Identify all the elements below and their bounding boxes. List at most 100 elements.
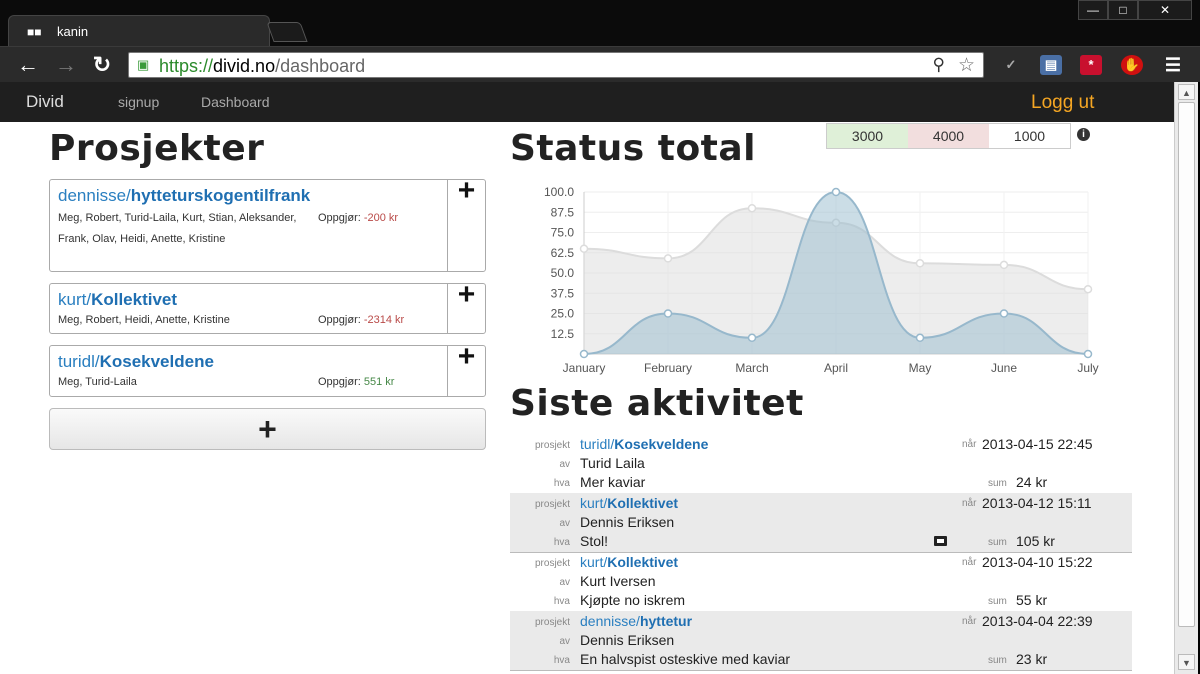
x-tick-label: March [735, 361, 768, 375]
activity-when: 2013-04-12 15:11 [982, 495, 1092, 511]
project-name[interactable]: kurt/Kollektivet [58, 290, 447, 310]
project-settlement: Oppgjør: -2314 kr [318, 314, 405, 326]
x-tick-label: February [644, 361, 692, 375]
by-label: av [559, 636, 570, 647]
back-icon[interactable]: ← [14, 52, 42, 78]
activity-by: Dennis Eriksen [580, 514, 675, 530]
minimize-icon[interactable]: — [1078, 0, 1108, 20]
activity-when: 2013-04-10 15:22 [982, 554, 1093, 570]
x-tick-label: May [909, 361, 932, 375]
status-chip-neutral: 1000 [989, 124, 1070, 148]
new-tab-button[interactable] [266, 22, 308, 42]
menu-icon[interactable]: ☰ [1162, 55, 1184, 75]
project-members: Meg, Robert, Heidi, Anette, Kristine [58, 314, 230, 326]
browser-toolbar: ← → ↻ ▣ https://divid.no/dashboard ⚲ ☆ ✓… [0, 46, 1200, 82]
data-point [1083, 284, 1093, 294]
y-tick-label: 100.0 [544, 185, 574, 199]
activity-project-link[interactable]: dennisse/hyttetur [580, 613, 692, 629]
project-body[interactable]: kurt/Kollektivet Oppgjør: -2314 kr Meg, … [50, 284, 447, 333]
bookmark-star-icon[interactable]: ☆ [958, 54, 975, 77]
activity-row: prosjekt kurt/Kollektivet av Kurt Iversen hv… [510, 552, 1132, 612]
project-members: Meg, Robert, Turid-Laila, Kurt, Stian, A… [58, 212, 297, 245]
sum-label: sum [988, 596, 1007, 607]
activity-sum: 105 kr [1016, 533, 1055, 549]
status-title: Status total [510, 128, 757, 169]
project-label: prosjekt [534, 558, 570, 569]
x-tick-label: June [991, 361, 1017, 375]
tab-title: kanin [57, 24, 89, 39]
data-point [999, 309, 1009, 318]
url-scheme: https:// [159, 56, 214, 76]
project-name[interactable]: turidl/Kosekveldene [58, 352, 447, 372]
scroll-up-icon[interactable]: ▲ [1178, 84, 1195, 100]
tab-strip: ■■ kanin — □ ✕ [0, 0, 1200, 47]
maximize-icon[interactable]: □ [1108, 0, 1138, 20]
activity-row: prosjekt dennisse/hyttetur av Dennis Erikse… [510, 611, 1132, 671]
magnifier-icon[interactable]: ⚲ [933, 55, 945, 75]
activity-when: 2013-04-15 22:45 [982, 436, 1093, 452]
project-label: prosjekt [534, 617, 570, 628]
forward-icon[interactable]: → [52, 52, 80, 78]
activity-what: Kjøpte no iskrem [580, 592, 686, 608]
activity-what: Stol! [580, 533, 609, 549]
nav-signup[interactable]: signup [118, 94, 159, 110]
activity-project-link[interactable]: kurt/Kollektivet [580, 554, 678, 570]
window-extension-icon[interactable]: ▤ [1040, 55, 1062, 75]
sum-label: sum [988, 655, 1007, 666]
data-point [915, 333, 925, 343]
what-label: hva [553, 478, 570, 489]
wrench-extension-icon[interactable]: ✓ [1000, 55, 1022, 75]
scroll-thumb[interactable] [1178, 102, 1195, 627]
add-expense-button[interactable]: + [447, 176, 485, 271]
status-chip-negative: 4000 [908, 124, 989, 148]
when-label: når [962, 439, 977, 450]
data-point [579, 244, 589, 253]
brand[interactable]: Divid [26, 92, 64, 112]
browser-tab[interactable]: ■■ kanin [8, 15, 270, 47]
data-point [831, 187, 841, 197]
activity-project-link[interactable]: turidl/Kosekveldene [580, 436, 708, 452]
adblock-icon[interactable]: ✋ [1121, 55, 1143, 75]
activity-by: Dennis Eriksen [580, 632, 675, 648]
when-label: når [962, 616, 977, 627]
activity-project-link[interactable]: kurt/Kollektivet [580, 495, 678, 511]
activity-when: 2013-04-04 22:39 [982, 613, 1093, 629]
when-label: når [962, 557, 977, 568]
project-card[interactable]: dennisse/hytteturskogentilfrank Meg, Rob… [49, 176, 486, 272]
reload-icon[interactable]: ↻ [88, 52, 116, 78]
url-host: divid.no [213, 56, 276, 76]
data-point [1083, 349, 1093, 359]
info-icon[interactable]: i [1077, 128, 1090, 141]
activity-by: Turid Laila [580, 455, 645, 471]
activity-row: prosjekt turidl/Kosekveldene av Turid Laila… [510, 434, 1132, 494]
y-tick-label: 87.5 [551, 205, 575, 219]
what-label: hva [553, 537, 570, 548]
y-tick-label: 62.5 [551, 246, 575, 260]
project-card[interactable]: turidl/Kosekveldene Oppgjør: 551 kr Meg,… [49, 342, 486, 397]
project-body[interactable]: dennisse/hytteturskogentilfrank Meg, Rob… [50, 180, 447, 271]
project-label: prosjekt [534, 499, 570, 510]
add-project-button[interactable]: + [49, 408, 486, 450]
project-body[interactable]: turidl/Kosekveldene Oppgjør: 551 kr Meg,… [50, 346, 447, 396]
scroll-down-icon[interactable]: ▼ [1178, 654, 1195, 670]
image-icon[interactable] [934, 536, 947, 546]
activity-row: prosjekt kurt/Kollektivet av Dennis Eriksen… [510, 493, 1132, 553]
lock-icon: ▣ [137, 57, 150, 72]
what-label: hva [553, 596, 570, 607]
project-name[interactable]: dennisse/hytteturskogentilfrank [58, 186, 447, 206]
add-expense-button[interactable]: + [447, 280, 485, 333]
data-point [663, 254, 673, 263]
add-expense-button[interactable]: + [447, 342, 485, 396]
project-card[interactable]: kurt/Kollektivet Oppgjør: -2314 kr Meg, … [49, 280, 486, 334]
page-scrollbar[interactable]: ▲ ▼ [1174, 82, 1198, 674]
data-point [747, 333, 757, 343]
logout-link[interactable]: Logg ut [1031, 92, 1094, 114]
close-icon[interactable]: ✕ [1138, 0, 1192, 20]
activity-by: Kurt Iversen [580, 573, 656, 589]
status-chips: 3000 4000 1000 [826, 123, 1071, 149]
nav-dashboard[interactable]: Dashboard [201, 94, 270, 110]
activity-sum: 55 kr [1016, 592, 1048, 608]
address-bar[interactable]: ▣ https://divid.no/dashboard ⚲ ☆ [128, 52, 984, 78]
data-point [579, 349, 589, 359]
asterisk-extension-icon[interactable]: * [1080, 55, 1102, 75]
